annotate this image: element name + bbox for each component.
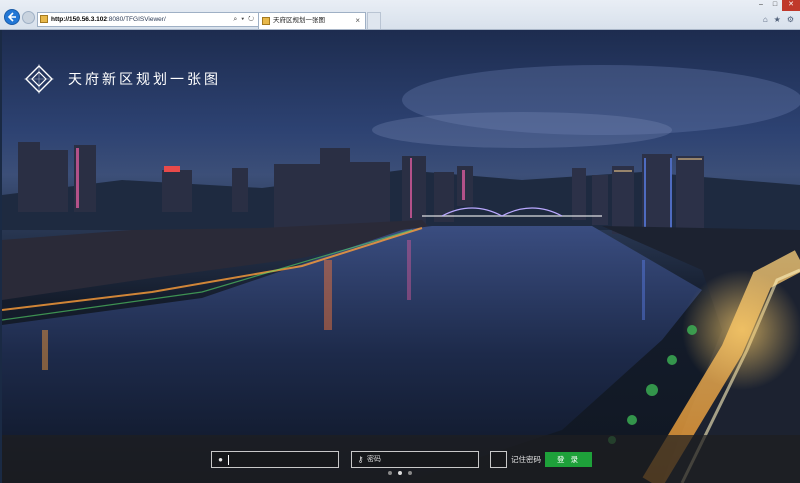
login-page: 天府新区规划一张图 ● ⚷ 记住密码 登 录 — [2, 30, 800, 483]
window-controls: – □ ✕ — [754, 0, 800, 11]
maximize-button[interactable]: □ — [768, 0, 782, 11]
forward-button[interactable] — [22, 11, 35, 24]
carousel-dots — [388, 471, 412, 475]
new-tab-button[interactable] — [367, 12, 381, 29]
tab-favicon-icon — [262, 17, 270, 25]
tab-close-icon[interactable]: × — [355, 13, 360, 28]
brand-header: 天府新区规划一张图 — [24, 64, 221, 94]
address-url: http://150.56.3.102:8080/TFGISViewer/ — [51, 16, 166, 23]
browser-chrome: http://150.56.3.102:8080/TFGISViewer/ ⌕ … — [0, 0, 800, 30]
remember-label: 记住密码 — [511, 455, 541, 464]
address-tools[interactable]: ⌕ ▾ ↻ — [233, 13, 255, 26]
favorites-star-icon[interactable]: ★ — [774, 15, 781, 24]
minimize-button[interactable]: – — [754, 0, 768, 11]
tab-title: 天府区规划一张图 — [273, 17, 325, 24]
settings-gear-icon[interactable]: ⚙ — [787, 15, 794, 24]
arrow-left-icon — [7, 12, 16, 22]
remember-checkbox[interactable] — [490, 451, 507, 468]
browser-tab-active[interactable]: 天府区规划一张图 × — [258, 12, 366, 29]
brand-logo-icon — [24, 64, 54, 94]
page-title: 天府新区规划一张图 — [68, 72, 221, 88]
carousel-dot[interactable] — [408, 471, 412, 475]
city-night-background — [2, 65, 800, 483]
username-input[interactable] — [227, 452, 327, 467]
close-window-button[interactable]: ✕ — [782, 0, 800, 11]
back-button[interactable] — [4, 9, 20, 25]
username-field[interactable]: ● — [211, 451, 339, 468]
password-field[interactable]: ⚷ — [351, 451, 479, 468]
password-input[interactable] — [367, 452, 467, 467]
user-icon: ● — [218, 455, 223, 464]
carousel-dot[interactable] — [388, 471, 392, 475]
page-favicon-icon — [40, 15, 48, 23]
key-icon: ⚷ — [357, 455, 364, 464]
login-bar: ● ⚷ 记住密码 登 录 — [2, 435, 800, 483]
address-bar[interactable]: http://150.56.3.102:8080/TFGISViewer/ ⌕ … — [37, 12, 259, 27]
browser-toolbar-right: ⌂ ★ ⚙ — [763, 15, 794, 24]
remember-password[interactable]: 记住密码 — [490, 451, 541, 468]
login-button[interactable]: 登 录 — [545, 452, 592, 467]
carousel-dot-active[interactable] — [398, 471, 402, 475]
home-icon[interactable]: ⌂ — [763, 15, 768, 24]
